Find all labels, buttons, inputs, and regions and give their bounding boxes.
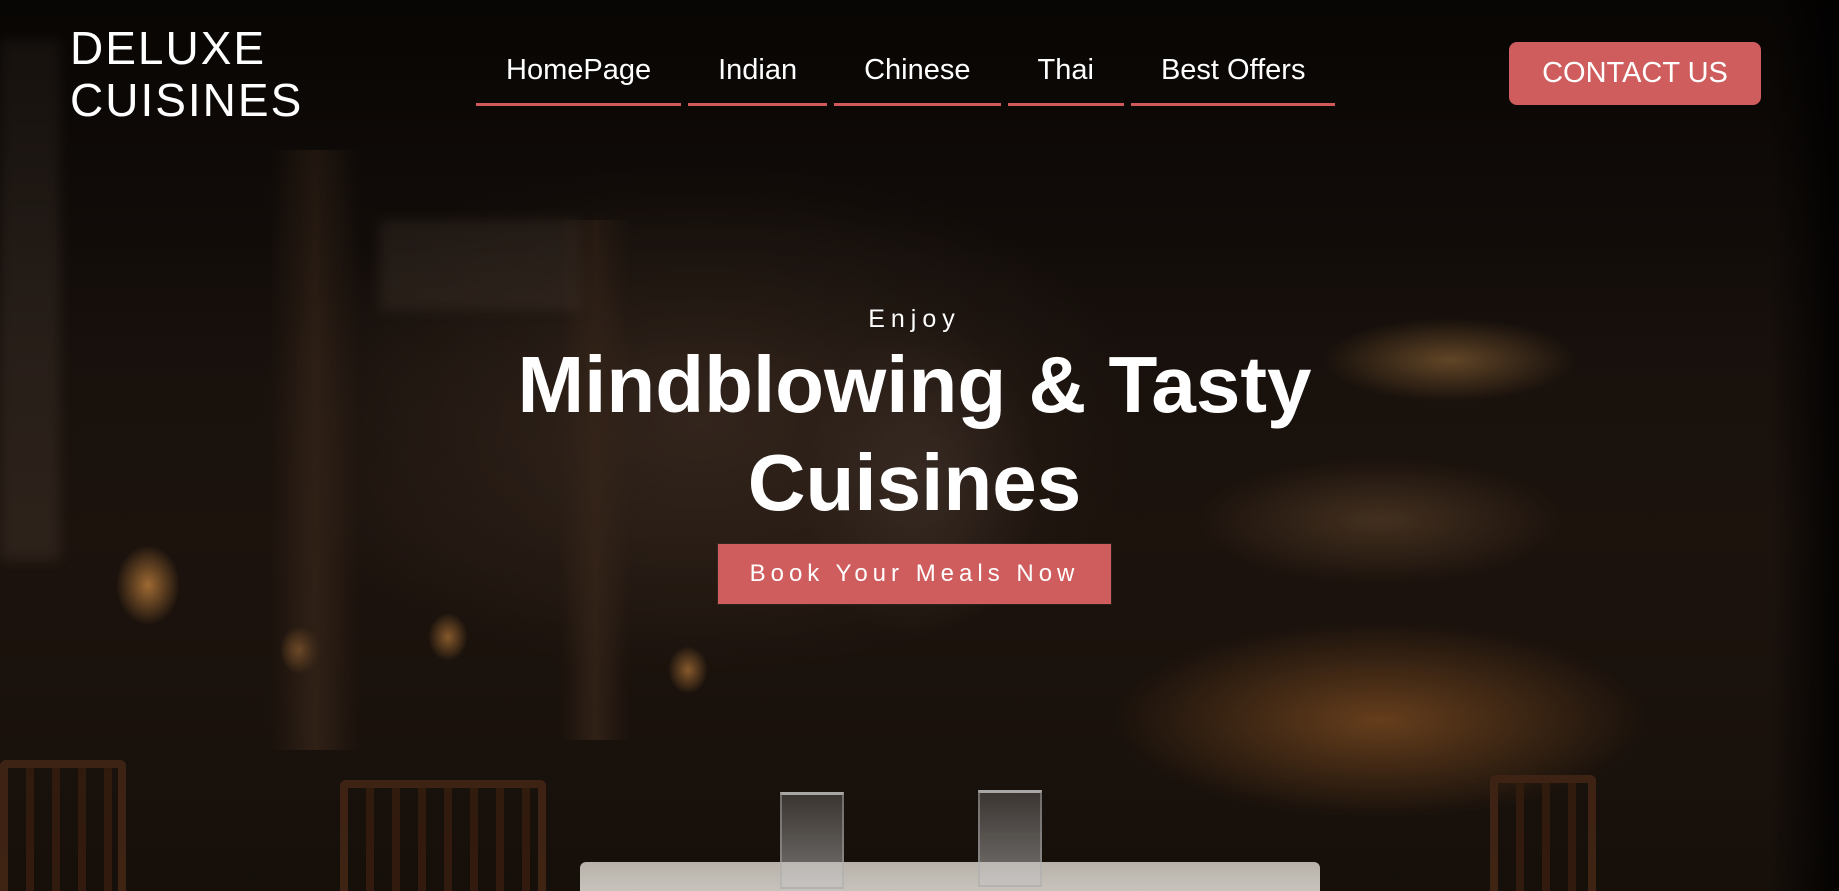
brand-logo[interactable]: DELUXE CUISINES (70, 22, 303, 126)
hero-section: DELUXE CUISINES HomePage Indian Chinese … (0, 0, 1839, 891)
nav-item-indian[interactable]: Indian (688, 50, 828, 106)
hero-content: Enjoy Mindblowing & Tasty Cuisines Book … (0, 305, 1829, 604)
nav-item-thai[interactable]: Thai (1007, 50, 1124, 106)
nav-item-homepage[interactable]: HomePage (476, 50, 682, 106)
nav-item-best-offers[interactable]: Best Offers (1130, 50, 1336, 106)
brand-logo-line1: DELUXE (70, 22, 267, 74)
main-nav: HomePage Indian Chinese Thai Best Offers (476, 50, 1336, 106)
contact-us-button[interactable]: CONTACT US (1509, 42, 1761, 105)
hero-headline: Mindblowing & Tasty Cuisines (465, 336, 1365, 532)
nav-item-chinese[interactable]: Chinese (834, 50, 1001, 106)
brand-logo-line2: CUISINES (70, 74, 304, 126)
hero-eyebrow: Enjoy (868, 305, 961, 333)
hero-headline-line1: Mindblowing & Tasty (517, 340, 1312, 429)
hero-headline-line2: Cuisines (747, 438, 1082, 527)
book-meals-button[interactable]: Book Your Meals Now (717, 544, 1112, 604)
